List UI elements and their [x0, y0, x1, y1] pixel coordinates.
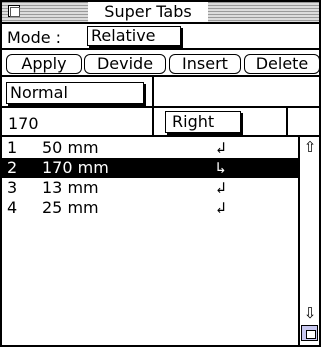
super-tabs-window: Super Tabs Mode : Relative Apply Devide …: [0, 0, 321, 347]
tab-alignment-icon: ↲: [216, 198, 226, 217]
position-row: 170 Right: [2, 108, 319, 137]
title-bar[interactable]: Super Tabs: [2, 2, 319, 24]
list-item[interactable]: 4 25 mm ↲: [2, 198, 298, 218]
style-divider: [152, 77, 154, 108]
scroll-up-arrow-icon[interactable]: ⇧: [302, 139, 318, 155]
list-item[interactable]: 1 50 mm ↲: [2, 138, 298, 158]
scroll-down-arrow-icon[interactable]: ⇩: [302, 305, 318, 321]
position-field[interactable]: 170: [8, 114, 39, 133]
style-popup[interactable]: Normal: [6, 82, 144, 104]
list-item[interactable]: 3 13 mm ↲: [2, 178, 298, 198]
window-title: Super Tabs: [88, 2, 208, 22]
delete-button[interactable]: Delete: [244, 54, 320, 74]
tab-distance: 170 mm: [42, 158, 109, 177]
tab-alignment-icon: ↲: [216, 178, 226, 197]
tab-distance: 25 mm: [42, 198, 99, 217]
devide-button[interactable]: Devide: [84, 54, 166, 74]
mode-row: Mode : Relative: [2, 24, 319, 50]
tab-alignment-icon: ↲: [216, 138, 226, 157]
apply-button[interactable]: Apply: [6, 54, 82, 74]
mode-label: Mode :: [7, 28, 62, 47]
position-divider-left: [152, 108, 154, 137]
list-item[interactable]: 2 170 mm ↳: [2, 158, 298, 178]
grow-box-icon[interactable]: [301, 325, 318, 341]
grow-box-inner: [306, 330, 316, 339]
tab-index: 3: [7, 178, 18, 197]
style-row: Normal: [2, 77, 319, 108]
tab-distance: 13 mm: [42, 178, 99, 197]
close-box-icon[interactable]: [8, 5, 20, 17]
insert-button[interactable]: Insert: [169, 54, 241, 74]
close-box-inner: [10, 7, 20, 17]
tab-index: 4: [7, 198, 18, 217]
tab-list[interactable]: 1 50 mm ↲ 2 170 mm ↳ 3 13 mm ↲ 4 25 mm ↲: [2, 137, 298, 345]
position-divider-right: [286, 108, 288, 137]
scrollbar[interactable]: ⇧ ⇩: [298, 137, 319, 345]
tab-index: 2: [7, 158, 18, 177]
alignment-popup[interactable]: Right: [165, 111, 241, 133]
tab-alignment-icon: ↳: [216, 158, 226, 177]
button-row: Apply Devide Insert Delete: [2, 50, 320, 77]
mode-popup[interactable]: Relative: [87, 26, 181, 46]
tab-distance: 50 mm: [42, 138, 99, 157]
tab-index: 1: [7, 138, 18, 157]
